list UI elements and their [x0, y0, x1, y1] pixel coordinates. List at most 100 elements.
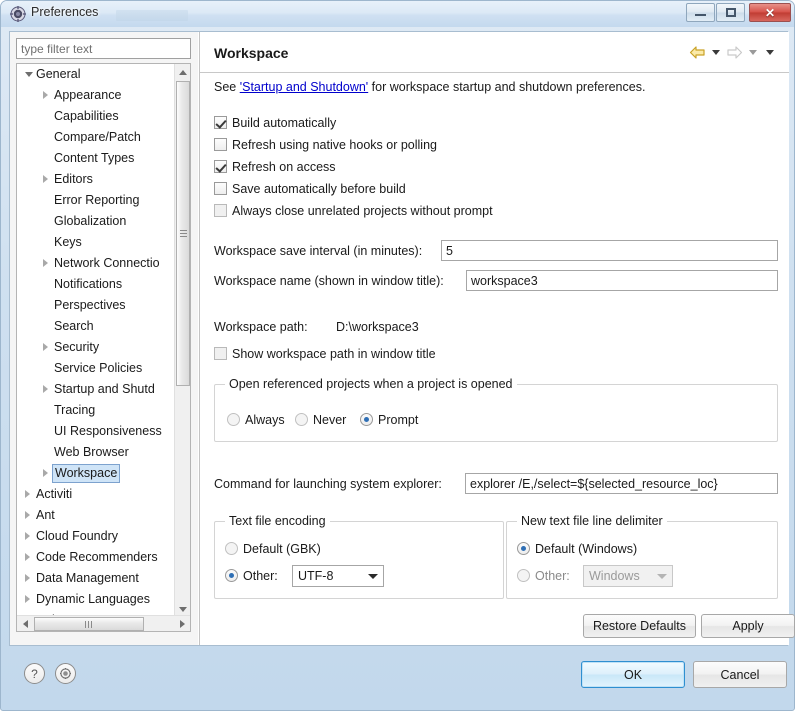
delimiter-combo[interactable]: Windows: [583, 565, 673, 587]
tree-vertical-scrollbar[interactable]: [174, 64, 190, 617]
ok-button[interactable]: OK: [581, 661, 685, 688]
sidebar-item-ant[interactable]: Ant: [17, 505, 175, 526]
sidebar-item-security[interactable]: Security: [17, 337, 175, 358]
tree-expander-collapsed-icon[interactable]: [25, 574, 30, 582]
encoding-combo-dropdown-icon[interactable]: [365, 566, 381, 586]
tree-expander-collapsed-icon[interactable]: [43, 343, 48, 351]
back-dropdown-caret-icon[interactable]: [712, 50, 720, 55]
workspace-path-value: D:\workspace3: [336, 320, 419, 334]
sidebar-item-globalization[interactable]: Globalization: [17, 211, 175, 232]
checkbox-box: [214, 204, 227, 217]
radio-always[interactable]: Always: [227, 411, 285, 430]
system-explorer-command-label: Command for launching system explorer:: [214, 477, 442, 491]
tree-horizontal-scrollbar[interactable]: [17, 615, 190, 631]
maximize-button[interactable]: [716, 3, 745, 22]
sidebar-item-label: Ant: [36, 508, 55, 522]
sidebar-item-code-recommenders[interactable]: Code Recommenders: [17, 547, 175, 568]
sidebar-item-notifications[interactable]: Notifications: [17, 274, 175, 295]
sidebar-item-tracing[interactable]: Tracing: [17, 400, 175, 421]
radio-button: [360, 413, 373, 426]
tree-expander-collapsed-icon[interactable]: [43, 259, 48, 267]
sidebar-item-search[interactable]: Search: [17, 316, 175, 337]
radio-encoding-other[interactable]: Other:: [225, 567, 278, 586]
sidebar-item-error-reporting[interactable]: Error Reporting: [17, 190, 175, 211]
save-interval-input[interactable]: [441, 240, 778, 261]
radio-delimiter-other[interactable]: Other:: [517, 567, 570, 586]
sidebar-item-ui-responsiveness[interactable]: UI Responsiveness: [17, 421, 175, 442]
scroll-right-button[interactable]: [174, 616, 190, 631]
sidebar-item-label: Notifications: [54, 277, 123, 291]
tree-expander-collapsed-icon[interactable]: [25, 511, 30, 519]
startup-shutdown-link[interactable]: 'Startup and Shutdown': [240, 80, 368, 94]
encoding-combo[interactable]: UTF-8: [292, 565, 384, 587]
sidebar-item-keys[interactable]: Keys: [17, 232, 175, 253]
tree-expander-collapsed-icon[interactable]: [43, 91, 48, 99]
sidebar-item-activiti[interactable]: Activiti: [17, 484, 175, 505]
sidebar-item-content-types[interactable]: Content Types: [17, 148, 175, 169]
tree-expander-collapsed-icon[interactable]: [43, 175, 48, 183]
sidebar-item-workspace[interactable]: Workspace: [17, 463, 175, 484]
radio-never[interactable]: Never: [295, 411, 346, 430]
sidebar-item-capabilities[interactable]: Capabilities: [17, 106, 175, 127]
sidebar-item-perspectives[interactable]: Perspectives: [17, 295, 175, 316]
checkbox-build-automatically[interactable]: Build automatically: [214, 114, 336, 133]
delimiter-combo-dropdown-icon[interactable]: [654, 566, 670, 586]
tree-vscroll-thumb[interactable]: [176, 81, 190, 386]
sidebar-item-dynamic-languages[interactable]: Dynamic Languages: [17, 589, 175, 610]
checkbox-refresh-on-access[interactable]: Refresh on access: [214, 158, 336, 177]
tree-hscroll-thumb[interactable]: [34, 617, 144, 631]
cancel-button[interactable]: Cancel: [693, 661, 787, 688]
sidebar-item-service-policies[interactable]: Service Policies: [17, 358, 175, 379]
radio-label: Other:: [243, 569, 278, 583]
preferences-tree[interactable]: General Appearance Capabilities Compare/Pat…: [16, 63, 191, 632]
sidebar-item-appearance[interactable]: Appearance: [17, 85, 175, 106]
tree-expander-collapsed-icon[interactable]: [43, 469, 48, 477]
tree-expander-collapsed-icon[interactable]: [25, 553, 30, 561]
sidebar-item-startup-and-shutd[interactable]: Startup and Shutd: [17, 379, 175, 400]
sidebar-item-compare-patch[interactable]: Compare/Patch: [17, 127, 175, 148]
apply-button[interactable]: Apply: [701, 614, 795, 638]
minimize-icon: [687, 4, 714, 21]
checkbox-save-before-build[interactable]: Save automatically before build: [214, 180, 406, 199]
radio-label: Never: [313, 413, 347, 427]
restore-defaults-button[interactable]: Restore Defaults: [583, 614, 696, 638]
checkbox-close-unrelated-projects[interactable]: Always close unrelated projects without …: [214, 202, 493, 221]
sidebar-item-network-connectio[interactable]: Network Connectio: [17, 253, 175, 274]
sidebar-item-editors[interactable]: Editors: [17, 169, 175, 190]
sidebar-item-label: Error Reporting: [54, 193, 140, 207]
sidebar-item-label: Content Types: [54, 151, 135, 165]
scroll-left-button[interactable]: [17, 616, 33, 631]
sidebar-item-label: Network Connectio: [54, 256, 160, 270]
window-title-bar[interactable]: Preferences ✕: [1, 1, 794, 27]
sidebar-item-web-browser[interactable]: Web Browser: [17, 442, 175, 463]
settings-gear-icon[interactable]: [55, 663, 76, 684]
radio-delimiter-default[interactable]: Default (Windows): [517, 540, 637, 559]
radio-button: [227, 413, 240, 426]
sidebar-item-label: Web Browser: [54, 445, 129, 459]
tree-expander-collapsed-icon[interactable]: [25, 490, 30, 498]
tree-expander-open-icon[interactable]: [25, 72, 33, 77]
view-menu-caret-icon[interactable]: [766, 50, 774, 55]
radio-prompt[interactable]: Prompt: [360, 411, 418, 430]
tree-expander-collapsed-icon[interactable]: [43, 385, 48, 393]
close-button[interactable]: ✕: [749, 3, 791, 22]
tree-expander-collapsed-icon[interactable]: [25, 595, 30, 603]
preferences-dialog-window: Preferences ✕ General Appearance Capabilit…: [0, 0, 795, 711]
minimize-button[interactable]: [686, 3, 715, 22]
sidebar-item-cloud-foundry[interactable]: Cloud Foundry: [17, 526, 175, 547]
checkbox-refresh-native-hooks[interactable]: Refresh using native hooks or polling: [214, 136, 437, 155]
sidebar-item-general[interactable]: General: [17, 64, 175, 85]
tree-expander-collapsed-icon[interactable]: [25, 532, 30, 540]
sidebar-item-label: General: [36, 67, 81, 81]
sidebar-item-data-management[interactable]: Data Management: [17, 568, 175, 589]
filter-input[interactable]: [16, 38, 191, 59]
back-arrow-icon[interactable]: [689, 45, 706, 60]
open-referenced-projects-group: Open referenced projects when a project …: [214, 377, 778, 442]
radio-encoding-default[interactable]: Default (GBK): [225, 540, 321, 559]
help-question-icon[interactable]: ?: [24, 663, 45, 684]
scroll-up-button[interactable]: [175, 64, 190, 80]
workspace-name-input[interactable]: [466, 270, 778, 291]
dialog-footer: ? OK Cancel: [9, 647, 788, 703]
system-explorer-command-input[interactable]: [465, 473, 778, 494]
checkbox-show-workspace-path[interactable]: Show workspace path in window title: [214, 345, 436, 364]
